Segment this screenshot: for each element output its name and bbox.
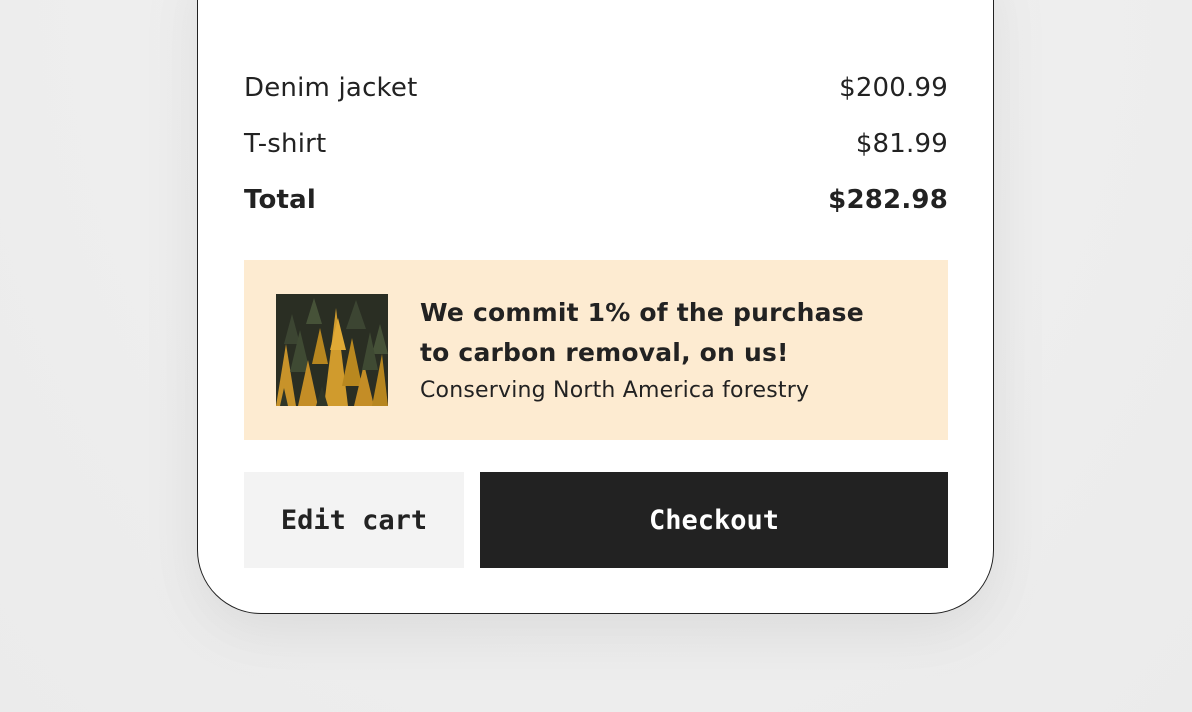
promo-heading: We commit 1% of the purchase to carbon r… bbox=[420, 293, 890, 373]
total-label: Total bbox=[244, 185, 317, 215]
line-item-price: $200.99 bbox=[839, 73, 948, 103]
line-item-name: T-shirt bbox=[244, 129, 327, 159]
carbon-removal-banner: We commit 1% of the purchase to carbon r… bbox=[244, 260, 948, 440]
forest-thumbnail-image bbox=[276, 294, 388, 406]
checkout-button[interactable]: Checkout bbox=[480, 472, 948, 568]
promo-heading-line-1: We commit 1% of the purchase bbox=[420, 298, 864, 327]
line-item-name: Denim jacket bbox=[244, 73, 418, 103]
line-item-denim-jacket: Denim jacket $200.99 bbox=[244, 70, 948, 106]
line-item-price: $81.99 bbox=[855, 129, 948, 159]
forest-trees-icon bbox=[276, 294, 388, 406]
edit-cart-button[interactable]: Edit cart bbox=[244, 472, 464, 568]
order-total-row: Total $282.98 bbox=[244, 182, 948, 218]
promo-heading-line-2: to carbon removal, on us! bbox=[420, 338, 789, 367]
line-item-t-shirt: T-shirt $81.99 bbox=[244, 126, 948, 162]
promo-subtitle: Conserving North America forestry bbox=[420, 378, 810, 403]
total-price: $282.98 bbox=[828, 185, 948, 215]
